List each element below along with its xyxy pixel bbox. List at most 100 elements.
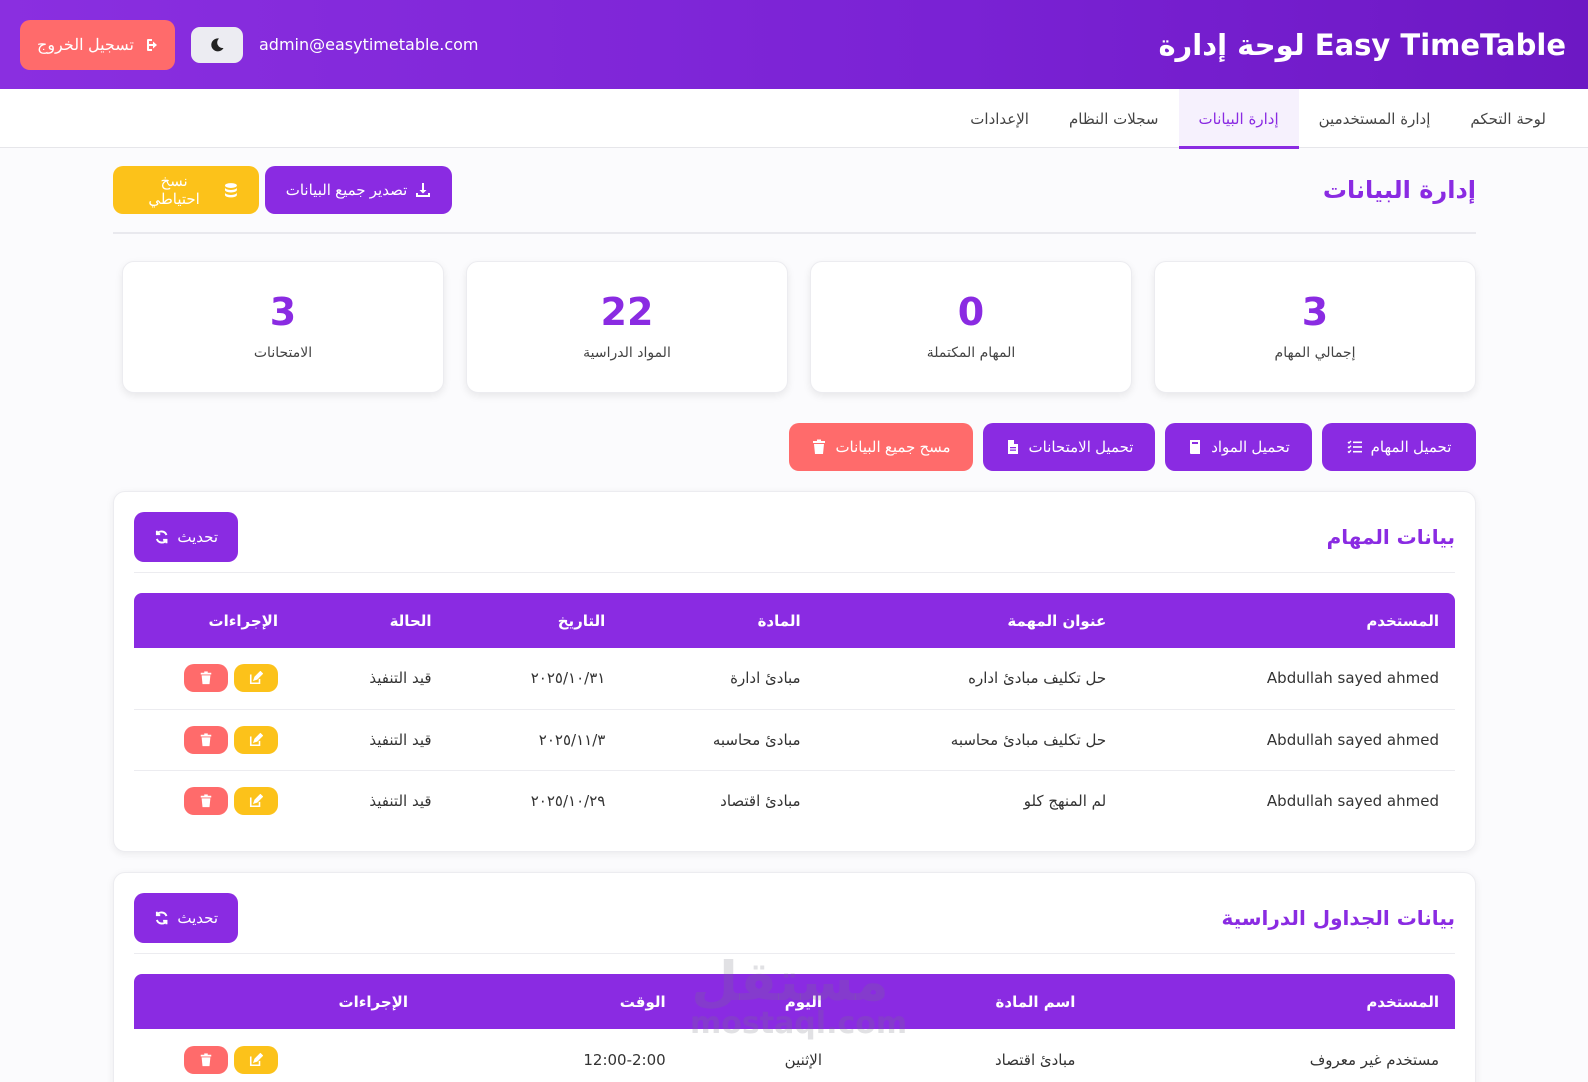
stat-label: المهام المكتملة	[926, 345, 1016, 361]
trash-icon	[200, 794, 212, 807]
book-icon	[1190, 440, 1201, 454]
load-tasks-button[interactable]: تحميل المهام	[1322, 423, 1476, 471]
backup-button[interactable]: نسخ احتياطي	[113, 166, 259, 214]
refresh-icon	[155, 911, 168, 925]
edit-button[interactable]	[234, 664, 278, 693]
cell-task: حل تكليف مبادئ اداره	[816, 648, 1123, 710]
load-exams-label: تحميل الامتحانات	[1028, 439, 1134, 456]
page-title: إدارة البيانات	[1322, 176, 1476, 204]
cell-day: الإثنين	[784, 1050, 823, 1069]
cell-date: ٢٠٢٥/١٠/٢٩	[530, 791, 606, 810]
cell-user: Abdullah sayed ahmed	[1266, 791, 1439, 810]
cell-actions	[134, 1029, 424, 1082]
column-header: التاريخ	[557, 611, 606, 630]
theme-toggle-button[interactable]	[191, 26, 243, 63]
stat-card-total-tasks: 3 إجمالي المهام	[1154, 261, 1476, 393]
trash-icon	[200, 1052, 212, 1066]
load-tasks-label: تحميل المهام	[1370, 439, 1452, 456]
load-actions: تحميل المهام تحميل المواد تحميل الامتحان…	[113, 423, 1476, 471]
refresh-schedule-button[interactable]: تحديث	[134, 893, 238, 943]
delete-button[interactable]	[184, 664, 228, 693]
stat-card-subjects: 22 المواد الدراسية	[466, 261, 788, 393]
stat-label: المواد الدراسية	[583, 345, 671, 361]
clear-all-button[interactable]: مسح جميع البيانات	[789, 423, 973, 471]
edit-button[interactable]	[234, 725, 278, 754]
database-icon	[225, 183, 238, 198]
header-actions: تسجيل الخروج admin@easytimetable.com	[20, 19, 479, 70]
column-header: المستخدم	[1366, 611, 1439, 630]
cell-task: حل تكليف مبادئ محاسبه	[816, 709, 1123, 771]
table-header-row: المستخدم عنوان المهمة المادة التاريخ الح…	[134, 593, 1455, 648]
delete-button[interactable]	[184, 725, 228, 754]
stat-value: 22	[600, 290, 654, 334]
column-header: الوقت	[619, 992, 666, 1011]
app-header: تسجيل الخروج admin@easytimetable.com لوح…	[0, 0, 1588, 89]
logout-button[interactable]: تسجيل الخروج	[20, 19, 175, 70]
page-header: نسخ احتياطي تصدير جميع البيانات إدارة ال…	[113, 148, 1476, 234]
file-icon	[1007, 440, 1018, 454]
edit-button[interactable]	[234, 1045, 278, 1074]
export-all-button[interactable]: تصدير جميع البيانات	[265, 166, 452, 214]
tab-system-logs[interactable]: سجلات النظام	[1049, 89, 1179, 148]
column-header: المادة	[757, 611, 801, 630]
tab-settings[interactable]: الإعدادات	[950, 89, 1049, 148]
main-nav: لوحة التحكم إدارة المستخدمين إدارة البيا…	[0, 89, 1588, 149]
card-title: بيانات الجداول الدراسية	[1221, 906, 1455, 930]
table-row: مستخدم غير معروف مبادئ اقتصاد الإثنين 12…	[134, 1029, 1455, 1082]
column-header: اسم المادة	[995, 992, 1076, 1011]
edit-button[interactable]	[234, 786, 278, 815]
tab-dashboard[interactable]: لوحة التحكم	[1450, 89, 1566, 148]
cell-subject: مبادئ اقتصاد	[995, 1050, 1076, 1069]
table-row: Abdullah sayed ahmed لم المنهج كلو مبادئ…	[134, 770, 1455, 831]
list-check-icon	[1347, 440, 1362, 454]
cell-actions	[134, 709, 294, 771]
stat-label: إجمالي المهام	[1274, 345, 1356, 361]
cell-status: قيد التنفيذ	[294, 709, 448, 771]
stat-card-exams: 3 الامتحانات	[122, 261, 444, 393]
load-subjects-button[interactable]: تحميل المواد	[1165, 423, 1312, 471]
column-header: الإجراءات	[338, 992, 408, 1011]
tasks-table: المستخدم عنوان المهمة المادة التاريخ الح…	[134, 593, 1455, 831]
stat-value: 3	[269, 290, 297, 334]
load-subjects-label: تحميل المواد	[1211, 439, 1290, 456]
cell-user: مستخدم غير معروف	[1309, 1050, 1439, 1069]
edit-icon	[249, 732, 263, 746]
cell-actions	[134, 770, 294, 831]
stat-label: الامتحانات	[253, 345, 313, 361]
stat-card-completed-tasks: 0 المهام المكتملة	[810, 261, 1132, 393]
edit-icon	[249, 671, 263, 685]
table-header-row: المستخدم اسم المادة اليوم الوقت الإجراءا…	[134, 974, 1455, 1029]
edit-icon	[249, 1052, 263, 1066]
refresh-tasks-button[interactable]: تحديث	[134, 512, 238, 562]
refresh-label: تحديث	[177, 910, 218, 927]
refresh-label: تحديث	[177, 529, 218, 546]
trash-icon	[200, 671, 212, 685]
delete-button[interactable]	[184, 786, 228, 815]
stat-value: 0	[957, 290, 985, 334]
sign-out-icon	[146, 38, 157, 51]
load-exams-button[interactable]: تحميل الامتحانات	[983, 423, 1155, 471]
cell-date: ٢٠٢٥/١١/٣	[447, 709, 622, 771]
tasks-data-card: تحديث بيانات المهام المستخدم عنوان المهم…	[113, 491, 1476, 852]
schedule-data-card: تحديث بيانات الجداول الدراسية المستخدم ا…	[113, 872, 1476, 1082]
cell-subject: مبادئ ادارة	[621, 648, 817, 710]
refresh-icon	[155, 530, 168, 544]
column-header: الحالة	[389, 611, 432, 630]
tab-users[interactable]: إدارة المستخدمين	[1299, 89, 1451, 148]
download-icon	[416, 183, 431, 197]
stats-row: 3 إجمالي المهام 0 المهام المكتملة 22 الم…	[113, 261, 1476, 393]
table-row: Abdullah sayed ahmed حل تكليف مبادئ ادار…	[134, 648, 1455, 710]
column-header: الإجراءات	[208, 611, 278, 630]
cell-user: Abdullah sayed ahmed	[1122, 709, 1455, 771]
cell-status: قيد التنفيذ	[294, 648, 448, 710]
cell-status: قيد التنفيذ	[369, 791, 432, 810]
tab-data-management[interactable]: إدارة البيانات	[1178, 89, 1299, 149]
delete-button[interactable]	[184, 1045, 228, 1074]
cell-user: Abdullah sayed ahmed	[1122, 648, 1455, 710]
card-title: بيانات المهام	[1326, 525, 1455, 549]
cell-actions	[134, 648, 294, 710]
card-header: تحديث بيانات الجداول الدراسية	[134, 893, 1455, 954]
column-header: المستخدم	[1366, 992, 1439, 1011]
cell-time: 12:00-2:00	[583, 1050, 666, 1069]
trash-icon	[200, 732, 212, 746]
